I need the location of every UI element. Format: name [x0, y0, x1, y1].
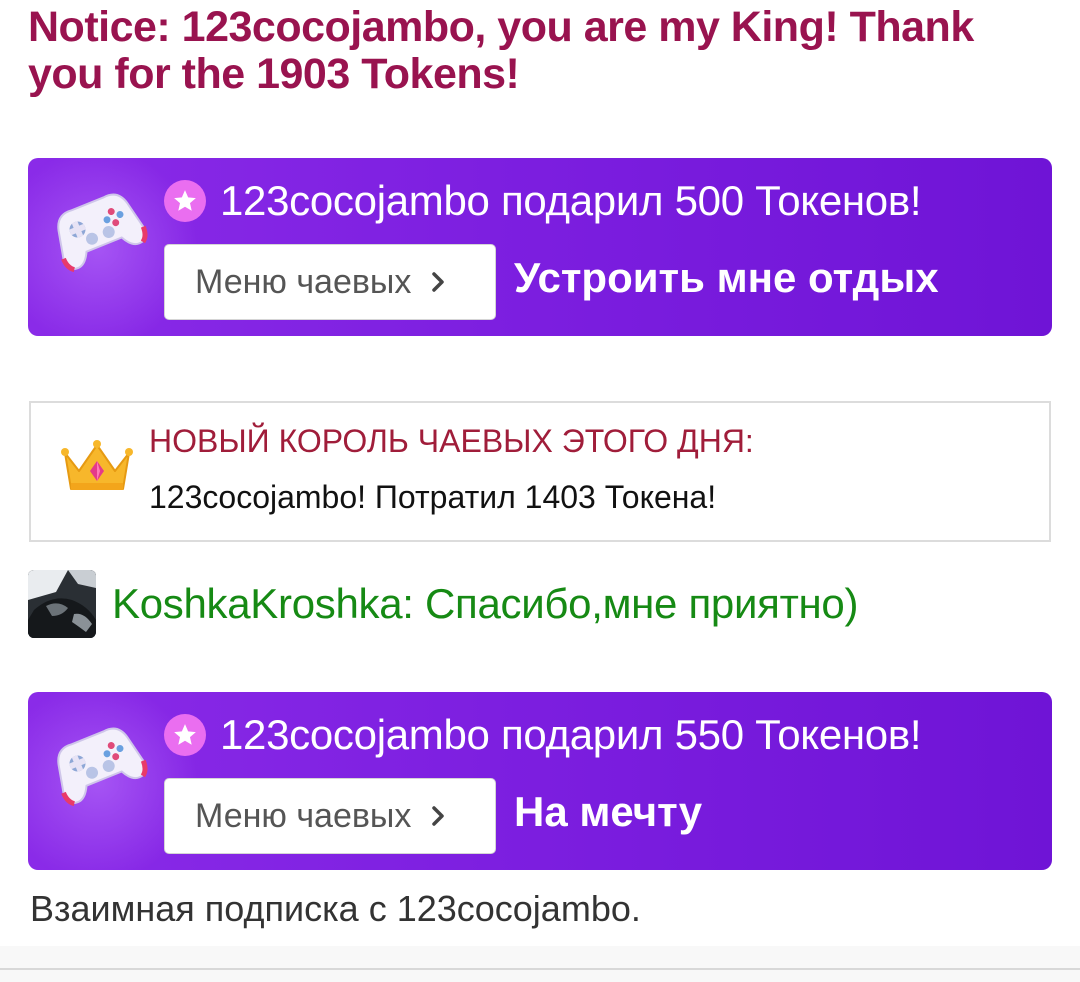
tip-king-banner: НОВЫЙ КОРОЛЬ ЧАЕВЫХ ЭТОГО ДНЯ: 123cocoja… [29, 401, 1051, 542]
tip-menu-button[interactable]: Меню чаевых [164, 244, 496, 320]
input-bar-edge [0, 946, 1080, 982]
gamepad-icon [57, 727, 148, 806]
chat-text: KoshkaKroshka: Спасибо,мне приятно) [112, 580, 859, 627]
chevron-right-icon [432, 806, 445, 826]
star-icon [164, 180, 206, 222]
divider [0, 968, 1080, 970]
tip-text: 123cocojambo подарил 500 Токенов! [220, 177, 922, 224]
chat-log: Notice: 123cocojambo, you are my King! T… [0, 0, 1080, 982]
tip-menu-button[interactable]: Меню чаевых [164, 778, 496, 854]
tip-message: На мечту [514, 788, 703, 835]
gamepad-icon [57, 193, 148, 272]
tip-line: 123cocojambo подарил 550 Токенов! [164, 710, 922, 760]
avatar[interactable] [28, 570, 96, 638]
star-icon [164, 714, 206, 756]
tip-menu-label: Меню чаевых [195, 796, 412, 835]
follow-notice: Взаимная подписка с 123cocojambo. [30, 888, 641, 929]
chat-message: KoshkaKroshka: Спасибо,мне приятно) [28, 570, 858, 638]
tip-menu-label: Меню чаевых [195, 262, 412, 301]
tip-message: Устроить мне отдых [514, 254, 939, 301]
tip-line: 123cocojambo подарил 500 Токенов! [164, 176, 922, 226]
crown-icon [61, 440, 133, 490]
notice-message: Notice: 123cocojambo, you are my King! T… [28, 3, 974, 98]
tip-notification: 123cocojambo подарил 500 Токенов! Меню ч… [28, 158, 1052, 336]
king-text: 123cocojambo! Потратил 1403 Токена! [149, 479, 717, 515]
tip-text: 123cocojambo подарил 550 Токенов! [220, 711, 922, 758]
chevron-right-icon [432, 272, 445, 292]
king-title: НОВЫЙ КОРОЛЬ ЧАЕВЫХ ЭТОГО ДНЯ: [149, 423, 754, 459]
tip-notification: 123cocojambo подарил 550 Токенов! Меню ч… [28, 692, 1052, 870]
